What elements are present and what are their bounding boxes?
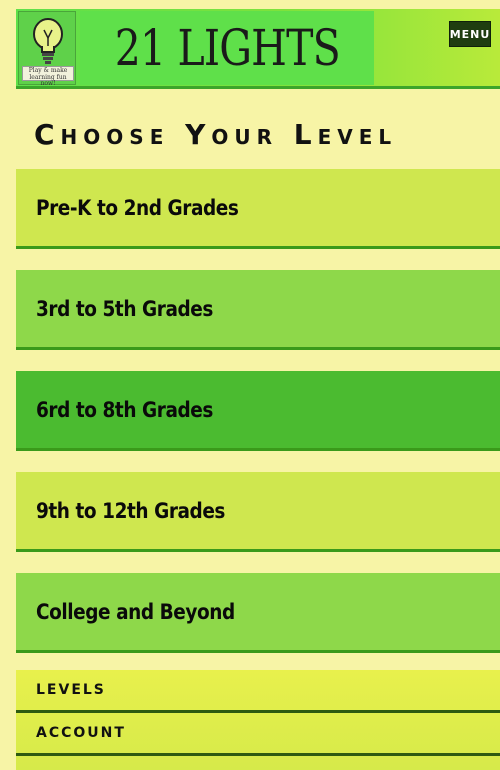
- level-button-3-5[interactable]: 3rd to 5th Grades: [16, 270, 500, 350]
- bottom-nav: LEVELS ACCOUNT: [16, 670, 500, 770]
- level-button-prek-2[interactable]: Pre-K to 2nd Grades: [16, 169, 500, 249]
- logo-tagline: Play & make learning fun now!: [22, 66, 74, 87]
- level-button-college[interactable]: College and Beyond: [16, 573, 500, 653]
- page: Play & make learning fun now! 21 LIGHTS …: [0, 0, 500, 770]
- menu-button[interactable]: MENU: [449, 21, 491, 47]
- level-button-9-12[interactable]: 9th to 12th Grades: [16, 472, 500, 552]
- level-button-6-8[interactable]: 6rd to 8th Grades: [16, 371, 500, 451]
- level-label: 3rd to 5th Grades: [36, 296, 213, 321]
- nav-item-account[interactable]: ACCOUNT: [16, 713, 500, 756]
- level-list: Pre-K to 2nd Grades 3rd to 5th Grades 6r…: [16, 169, 500, 674]
- level-label: Pre-K to 2nd Grades: [36, 195, 239, 220]
- site-header: Play & make learning fun now! 21 LIGHTS …: [16, 9, 500, 89]
- page-title: Choose Your Level: [34, 118, 398, 151]
- site-logo[interactable]: Play & make learning fun now!: [18, 11, 76, 87]
- level-label: 9th to 12th Grades: [36, 498, 225, 523]
- nav-item-levels[interactable]: LEVELS: [16, 670, 500, 713]
- level-label: 6rd to 8th Grades: [36, 397, 213, 422]
- lightbulb-icon: [33, 18, 63, 64]
- title-banner: 21 LIGHTS: [80, 11, 374, 85]
- level-label: College and Beyond: [36, 599, 235, 624]
- site-title: 21 LIGHTS: [114, 19, 340, 77]
